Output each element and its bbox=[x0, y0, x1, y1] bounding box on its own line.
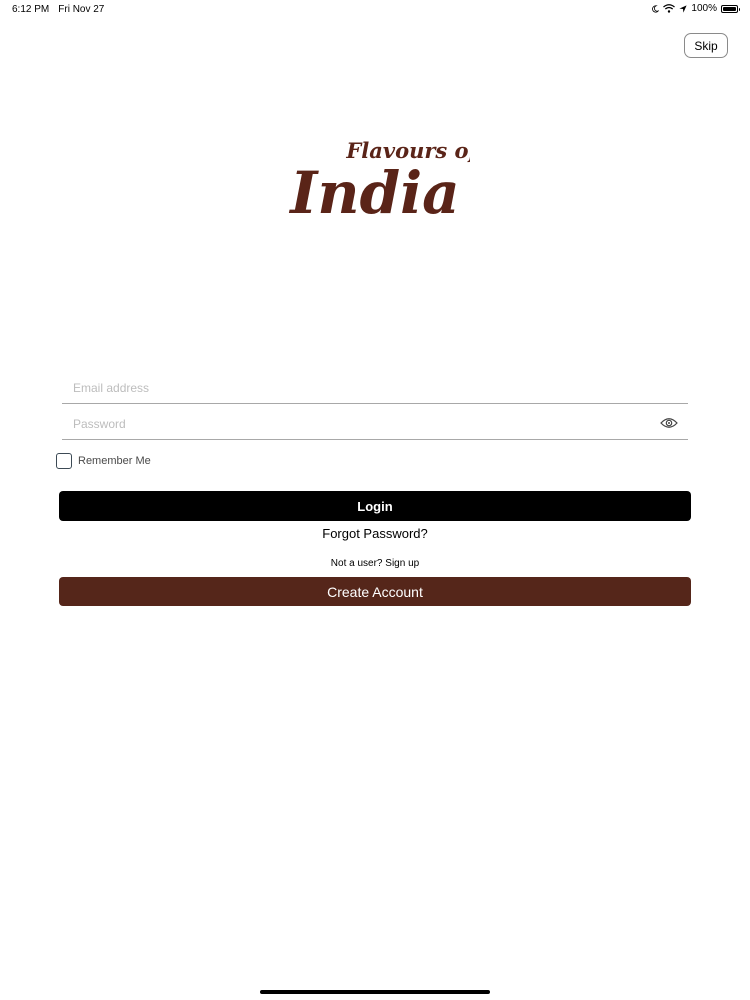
create-account-button[interactable]: Create Account bbox=[59, 577, 691, 606]
status-bar: 6:12 PM Fri Nov 27 100% bbox=[0, 0, 750, 20]
wifi-icon bbox=[663, 4, 676, 13]
battery-icon bbox=[721, 4, 740, 13]
home-indicator[interactable] bbox=[260, 990, 490, 994]
moon-icon bbox=[652, 4, 660, 13]
status-time: 6:12 PM bbox=[12, 4, 50, 15]
remember-me-checkbox[interactable] bbox=[56, 453, 72, 469]
flavours-of-india-logo: Flavours of India bbox=[288, 138, 470, 227]
eye-icon[interactable] bbox=[660, 417, 678, 429]
status-left: 6:12 PM Fri Nov 27 bbox=[12, 4, 104, 15]
skip-button[interactable]: Skip bbox=[684, 33, 728, 58]
location-arrow-icon bbox=[679, 4, 688, 13]
password-input[interactable] bbox=[62, 404, 642, 438]
battery-percent: 100% bbox=[691, 3, 717, 14]
login-button[interactable]: Login bbox=[59, 491, 691, 521]
remember-me: Remember Me bbox=[56, 453, 151, 469]
password-field-container bbox=[62, 404, 688, 440]
forgot-password-link[interactable]: Forgot Password? bbox=[0, 526, 750, 541]
email-field-container bbox=[62, 368, 688, 404]
status-right: 100% bbox=[651, 3, 740, 14]
logo-line-2: India bbox=[288, 159, 459, 227]
remember-me-label: Remember Me bbox=[78, 455, 151, 467]
status-date: Fri Nov 27 bbox=[58, 4, 105, 15]
signup-prompt: Not a user? Sign up bbox=[330, 558, 420, 569]
battery-fill bbox=[723, 6, 736, 11]
email-input[interactable] bbox=[62, 368, 642, 402]
